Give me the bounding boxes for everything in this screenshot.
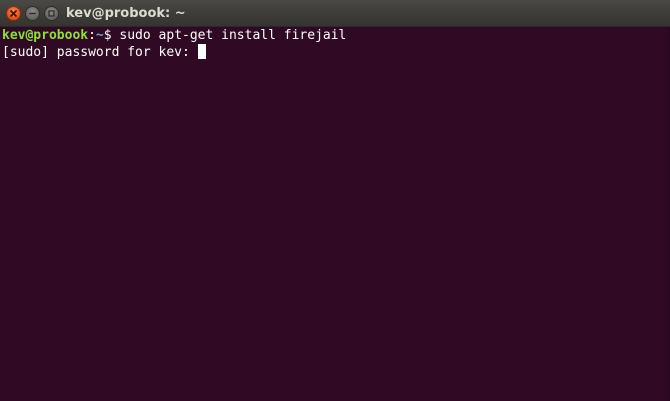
text-cursor[interactable]: [197, 44, 206, 59]
minimize-icon: [29, 12, 36, 15]
maximize-button[interactable]: [44, 6, 59, 21]
prompt-path: ~: [95, 28, 104, 43]
window-title: kev@probook: ~: [66, 6, 186, 21]
prompt-user-host: kev@probook: [2, 28, 89, 43]
password-prompt-text: [sudo] password for kev:: [2, 45, 198, 60]
minimize-button[interactable]: [25, 6, 40, 21]
close-button[interactable]: [6, 6, 21, 21]
terminal-window: kev@probook: ~ kev@probook:~$ sudo apt-g…: [0, 0, 670, 401]
terminal-output[interactable]: kev@probook:~$ sudo apt-get install fire…: [0, 27, 670, 401]
prompt-char: $: [103, 28, 120, 43]
title-bar[interactable]: kev@probook: ~: [0, 0, 670, 27]
command-text: sudo apt-get install firejail: [119, 28, 347, 43]
prompt-separator: :: [88, 28, 96, 43]
maximize-icon: [48, 10, 55, 17]
close-icon: [10, 10, 17, 17]
command-line: kev@probook:~$ sudo apt-get install fire…: [2, 28, 670, 44]
password-prompt-line: [sudo] password for kev:: [2, 44, 670, 60]
